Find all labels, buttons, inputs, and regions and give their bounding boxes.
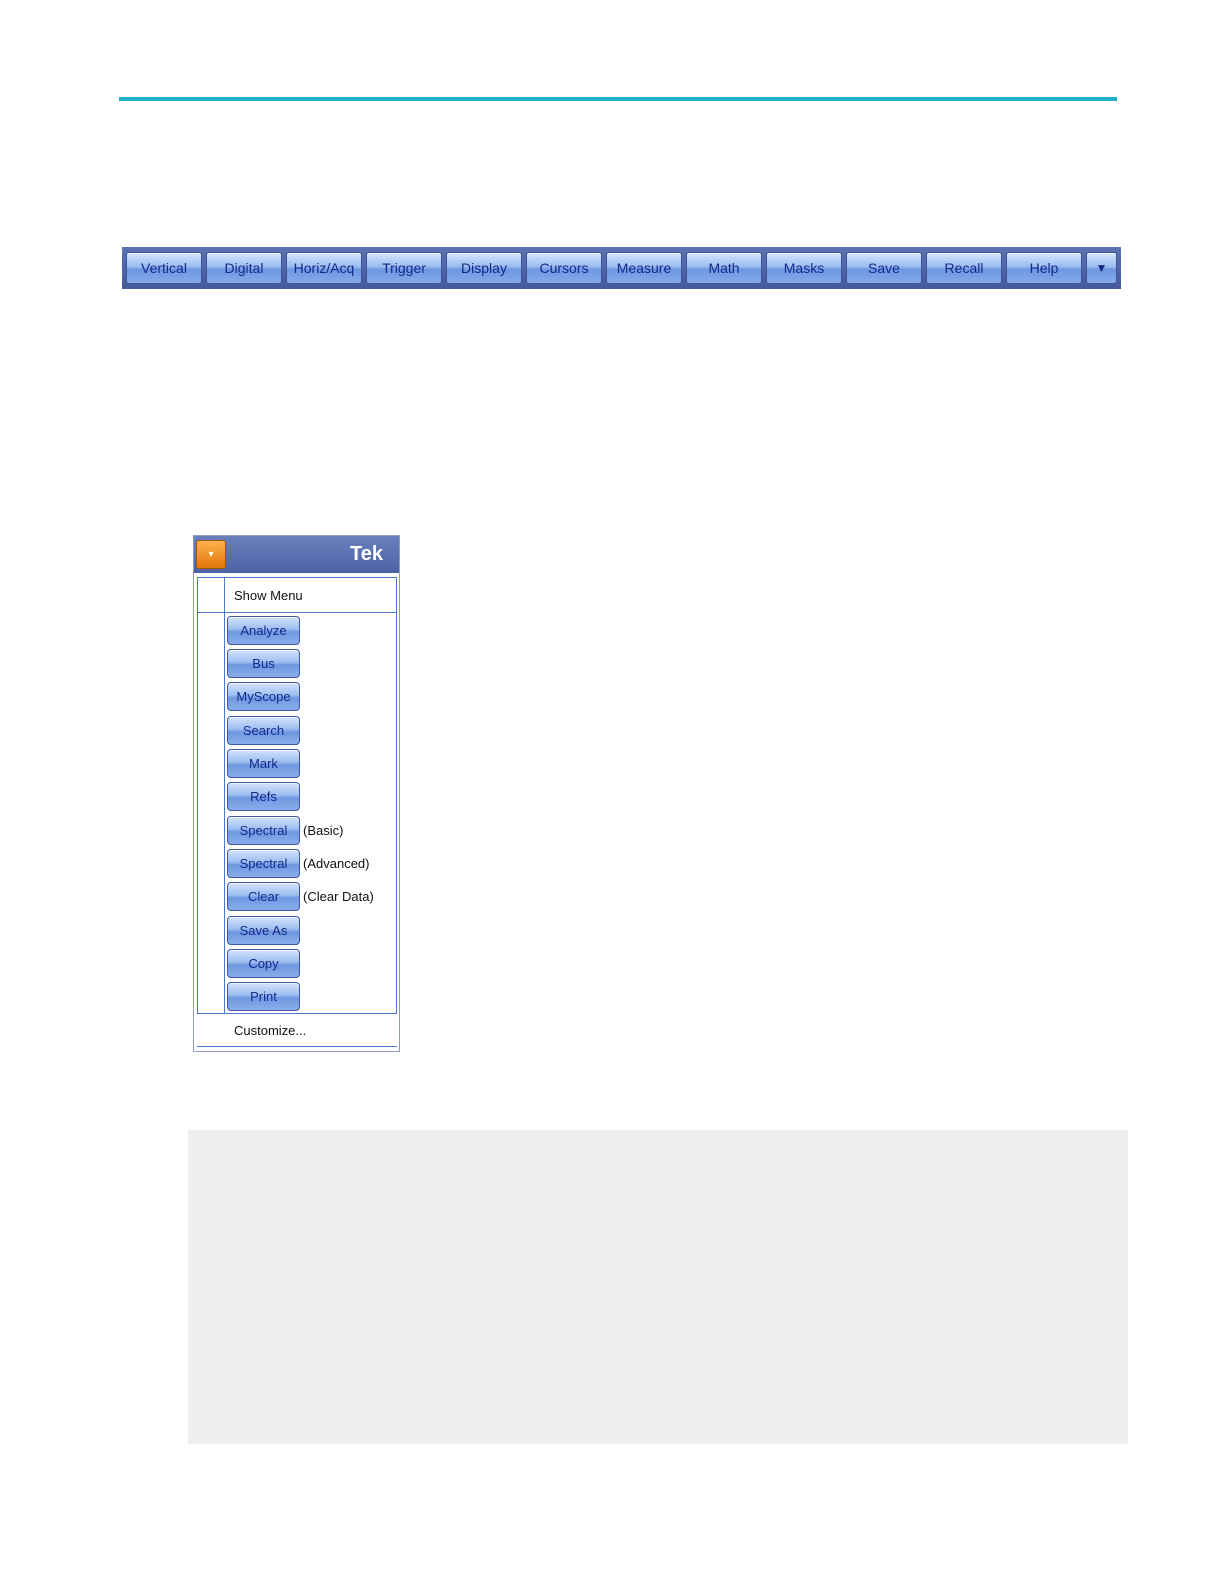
item-note: (Basic): [303, 823, 344, 838]
menu-help-button[interactable]: Help: [1006, 252, 1082, 284]
list-item: Print: [227, 982, 303, 1011]
myscope-button[interactable]: MyScope: [227, 682, 300, 711]
spectral-basic-button[interactable]: Spectral: [227, 816, 300, 845]
menu-digital-button[interactable]: Digital: [206, 252, 282, 284]
tek-dropdown-panel: ▾ Tek Show Menu Analyze Bus MyScope Sear…: [193, 535, 400, 1052]
save-as-button[interactable]: Save As: [227, 916, 300, 945]
clear-button[interactable]: Clear: [227, 882, 300, 911]
menu-math-button[interactable]: Math: [686, 252, 762, 284]
list-item: Spectral (Basic): [227, 816, 343, 845]
mark-button[interactable]: Mark: [227, 749, 300, 778]
search-button[interactable]: Search: [227, 716, 300, 745]
menu-overflow-arrow-icon[interactable]: ▼: [1086, 252, 1117, 284]
item-note: (Clear Data): [303, 889, 374, 904]
bus-button[interactable]: Bus: [227, 649, 300, 678]
list-item: Bus: [227, 649, 303, 678]
customize-item[interactable]: Customize...: [234, 1023, 306, 1038]
list-item: Spectral (Advanced): [227, 849, 369, 878]
panel-header: ▾ Tek: [194, 536, 399, 573]
gray-content-block: [188, 1130, 1128, 1444]
menu-display-button[interactable]: Display: [446, 252, 522, 284]
top-menu-bar: Vertical Digital Horiz/Acq Trigger Displ…: [122, 247, 1121, 289]
show-menu-item[interactable]: Show Menu: [234, 588, 303, 603]
list-item: Analyze: [227, 616, 303, 645]
header-rule: [119, 97, 1117, 101]
list-item: Refs: [227, 782, 303, 811]
menu-measure-button[interactable]: Measure: [606, 252, 682, 284]
print-button[interactable]: Print: [227, 982, 300, 1011]
copy-button[interactable]: Copy: [227, 949, 300, 978]
dropdown-toggle-button[interactable]: ▾: [196, 540, 226, 569]
list-item: Save As: [227, 916, 303, 945]
divider-vertical: [224, 578, 225, 1013]
menu-horiz-acq-button[interactable]: Horiz/Acq: [286, 252, 362, 284]
list-item: Clear (Clear Data): [227, 882, 374, 911]
list-item: Search: [227, 716, 303, 745]
spectral-advanced-button[interactable]: Spectral: [227, 849, 300, 878]
analyze-button[interactable]: Analyze: [227, 616, 300, 645]
refs-button[interactable]: Refs: [227, 782, 300, 811]
menu-cursors-button[interactable]: Cursors: [526, 252, 602, 284]
menu-masks-button[interactable]: Masks: [766, 252, 842, 284]
menu-trigger-button[interactable]: Trigger: [366, 252, 442, 284]
panel-bottom-divider: [197, 1046, 397, 1047]
item-note: (Advanced): [303, 856, 370, 871]
list-item: Mark: [227, 749, 303, 778]
menu-vertical-button[interactable]: Vertical: [126, 252, 202, 284]
menu-recall-button[interactable]: Recall: [926, 252, 1002, 284]
divider-horizontal: [198, 612, 396, 613]
list-item: MyScope: [227, 682, 303, 711]
menu-save-button[interactable]: Save: [846, 252, 922, 284]
tek-logo: Tek: [350, 543, 383, 565]
list-item: Copy: [227, 949, 303, 978]
